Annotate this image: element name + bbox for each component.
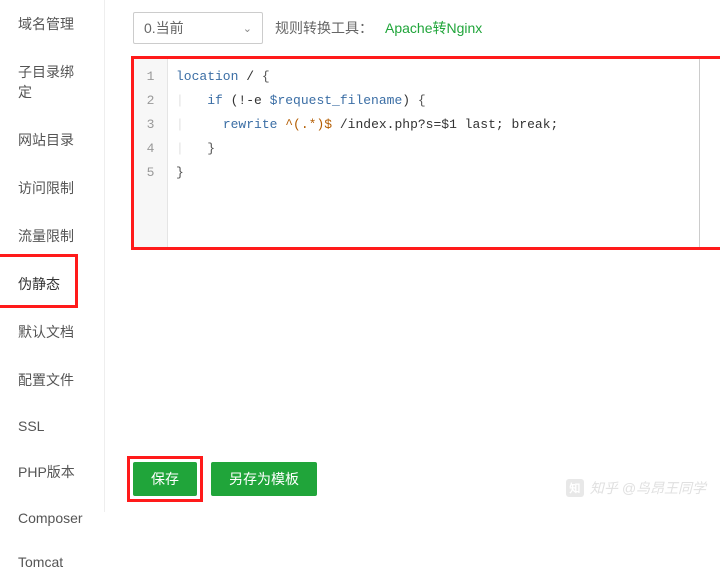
sidebar-item-8[interactable]: SSL [0, 404, 104, 448]
convert-link[interactable]: Apache转Nginx [385, 18, 482, 38]
line-number: 5 [134, 161, 167, 185]
top-row: 0.当前 ⌄ 规则转换工具： Apache转Nginx [133, 12, 700, 44]
sidebar-item-4[interactable]: 流量限制 [0, 212, 104, 260]
sidebar-item-5[interactable]: 伪静态 [0, 260, 104, 308]
code-area[interactable]: location / {| if (!-e $request_filename)… [168, 59, 699, 247]
sidebar-item-1[interactable]: 子目录绑定 [0, 48, 104, 116]
watermark-text: 知乎 @鸟昂王同学 [590, 478, 706, 498]
sidebar: 域名管理子目录绑定网站目录访问限制流量限制伪静态默认文档配置文件SSLPHP版本… [0, 0, 105, 512]
line-gutter: 12345 [134, 59, 168, 247]
line-number: 1 [134, 65, 167, 89]
save-as-button[interactable]: 另存为模板 [211, 462, 317, 496]
button-row: 保存 另存为模板 [133, 462, 317, 496]
zhihu-icon: 知 [566, 479, 584, 497]
line-number: 2 [134, 89, 167, 113]
sidebar-item-9[interactable]: PHP版本 [0, 448, 104, 496]
select-value: 0.当前 [144, 18, 184, 38]
line-number: 3 [134, 113, 167, 137]
sidebar-item-2[interactable]: 网站目录 [0, 116, 104, 164]
sidebar-item-10[interactable]: Composer [0, 496, 104, 540]
sidebar-item-3[interactable]: 访问限制 [0, 164, 104, 212]
sidebar-item-7[interactable]: 配置文件 [0, 356, 104, 404]
convert-label: 规则转换工具： [275, 18, 373, 38]
chevron-down-icon: ⌄ [243, 22, 252, 35]
code-line: } [176, 161, 691, 185]
code-line: | if (!-e $request_filename) { [176, 89, 691, 113]
code-editor[interactable]: 12345 location / {| if (!-e $request_fil… [133, 58, 700, 248]
code-line: | } [176, 137, 691, 161]
sidebar-item-11[interactable]: Tomcat [0, 540, 104, 584]
sidebar-item-6[interactable]: 默认文档 [0, 308, 104, 356]
rule-select[interactable]: 0.当前 ⌄ [133, 12, 263, 44]
main-panel: 0.当前 ⌄ 规则转换工具： Apache转Nginx 12345 locati… [105, 0, 720, 512]
watermark: 知 知乎 @鸟昂王同学 [566, 478, 706, 498]
code-line: | rewrite ^(.*)$ /index.php?s=$1 last; b… [176, 113, 691, 137]
save-button[interactable]: 保存 [133, 462, 197, 496]
line-number: 4 [134, 137, 167, 161]
sidebar-item-0[interactable]: 域名管理 [0, 0, 104, 48]
code-line: location / { [176, 65, 691, 89]
